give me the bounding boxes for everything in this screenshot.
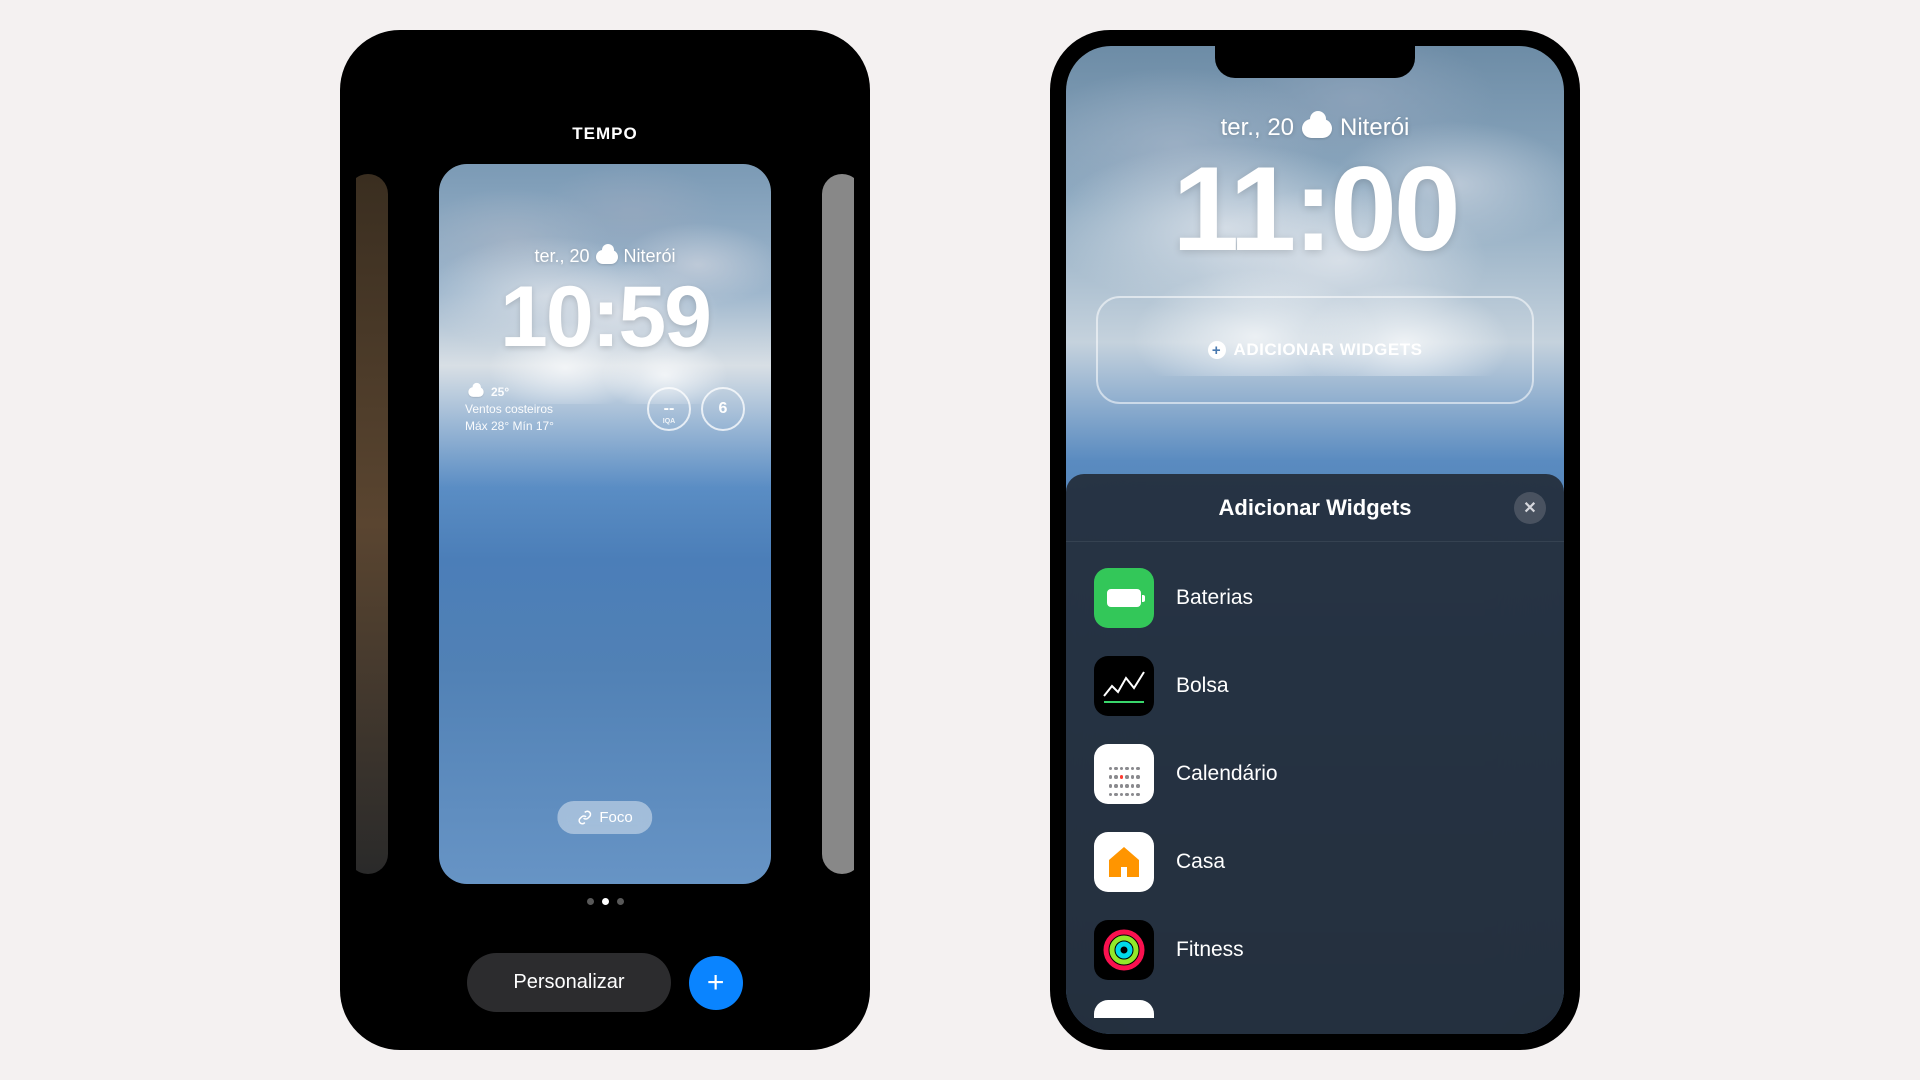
add-widgets-slot[interactable]: + ADICIONAR WIDGETS — [1096, 296, 1534, 404]
wallpaper-carousel[interactable]: ter., 20 Niterói 10:59 25° Ventos costei… — [356, 164, 854, 884]
page-indicator — [356, 898, 854, 905]
focus-link-button[interactable]: Foco — [557, 801, 652, 834]
wallpaper-editor-footer: Personalizar + — [356, 953, 854, 1012]
lockscreen-date-row[interactable]: ter., 20 Niterói — [439, 246, 771, 267]
widget-app-list[interactable]: Baterias Bolsa — [1066, 542, 1564, 1018]
weather-temp: 25° — [491, 384, 509, 401]
weather-text-widget[interactable]: 25° Ventos costeiros Máx 28° Mín 17° — [465, 384, 554, 434]
widget-picker-sheet: Adicionar Widgets ✕ Baterias Bolsa — [1066, 474, 1564, 1034]
aqi-label: IQA — [663, 418, 675, 425]
calendar-icon — [1094, 744, 1154, 804]
phone-right: ter., 20 Niterói 11:00 + ADICIONAR WIDGE… — [1050, 30, 1580, 1050]
list-item-label: Bolsa — [1176, 674, 1229, 698]
list-item-bolsa[interactable]: Bolsa — [1066, 642, 1564, 730]
weather-hilo: Máx 28° Mín 17° — [465, 418, 554, 435]
plus-icon: + — [707, 966, 725, 1000]
date-text: ter., 20 — [534, 246, 589, 267]
sheet-header: Adicionar Widgets ✕ — [1066, 474, 1564, 542]
phone-left: TEMPO ter., 20 Niterói 10:59 25° — [340, 30, 870, 1050]
phone-right-screen: ter., 20 Niterói 11:00 + ADICIONAR WIDGE… — [1066, 46, 1564, 1034]
weather-condition: Ventos costeiros — [465, 401, 554, 418]
page-dot-active — [602, 898, 609, 905]
aqi-value: -- — [664, 400, 675, 418]
add-wallpaper-button[interactable]: + — [689, 956, 743, 1010]
list-item-label: Baterias — [1176, 586, 1253, 610]
list-item-label: Fitness — [1176, 938, 1244, 962]
home-icon — [1094, 832, 1154, 892]
battery-icon — [1094, 568, 1154, 628]
location-text: Niterói — [1340, 114, 1409, 142]
date-text: ter., 20 — [1221, 114, 1294, 142]
list-item-fitness[interactable]: Fitness — [1066, 906, 1564, 994]
location-text: Niterói — [624, 246, 676, 267]
lockscreen-time[interactable]: 11:00 — [1066, 140, 1564, 278]
lockscreen-time[interactable]: 10:59 — [439, 268, 771, 367]
link-icon — [577, 810, 592, 825]
plus-circle-icon: + — [1208, 341, 1226, 359]
notch — [505, 46, 705, 78]
list-item-label: Casa — [1176, 850, 1225, 874]
cloud-icon — [596, 250, 618, 264]
fitness-icon — [1094, 920, 1154, 980]
list-item-peek[interactable] — [1094, 1000, 1154, 1018]
wallpaper-preview[interactable]: ter., 20 Niterói 10:59 25° Ventos costei… — [439, 164, 771, 884]
wallpaper-next-peek[interactable] — [822, 174, 854, 874]
wallpaper-prev-peek[interactable] — [356, 174, 388, 874]
sheet-title: Adicionar Widgets — [1219, 495, 1412, 521]
list-item-casa[interactable]: Casa — [1066, 818, 1564, 906]
phone-left-screen: TEMPO ter., 20 Niterói 10:59 25° — [356, 46, 854, 1034]
page-dot — [617, 898, 624, 905]
aqi-ring-widget[interactable]: -- IQA — [647, 387, 691, 431]
close-button[interactable]: ✕ — [1514, 492, 1546, 524]
add-widgets-label: ADICIONAR WIDGETS — [1234, 340, 1423, 360]
cloud-icon — [468, 387, 483, 397]
uv-value: 6 — [719, 400, 728, 418]
lockscreen-widgets-row[interactable]: 25° Ventos costeiros Máx 28° Mín 17° -- … — [465, 384, 745, 434]
list-item-baterias[interactable]: Baterias — [1066, 554, 1564, 642]
personalize-button[interactable]: Personalizar — [467, 953, 670, 1012]
list-item-label: Calendário — [1176, 762, 1278, 786]
close-icon: ✕ — [1523, 498, 1536, 518]
stocks-icon — [1094, 656, 1154, 716]
notch — [1215, 46, 1415, 78]
list-item-calendario[interactable]: Calendário — [1066, 730, 1564, 818]
cloud-icon — [1302, 119, 1332, 138]
lockscreen-date-row[interactable]: ter., 20 Niterói — [1066, 114, 1564, 142]
page-dot — [587, 898, 594, 905]
uv-ring-widget[interactable]: 6 — [701, 387, 745, 431]
focus-label: Foco — [599, 809, 632, 826]
